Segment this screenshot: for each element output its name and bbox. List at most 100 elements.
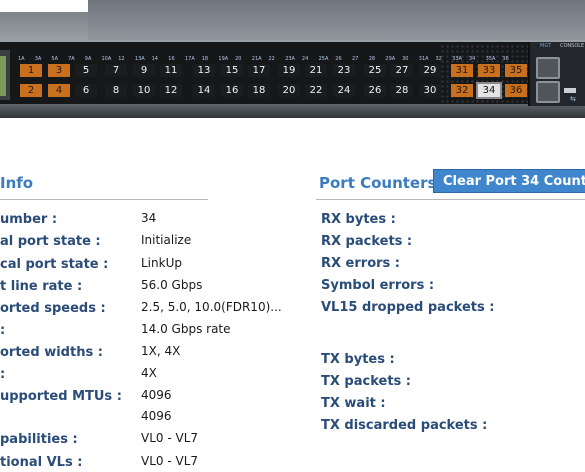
port-31[interactable]: 31 bbox=[451, 64, 473, 77]
mgmt-ethernet-jack bbox=[536, 81, 560, 103]
port-33[interactable]: 33 bbox=[478, 64, 500, 77]
counter-label: Symbol errors : bbox=[321, 278, 435, 293]
port-13[interactable]: 13 bbox=[193, 64, 215, 77]
port-19[interactable]: 19 bbox=[278, 64, 300, 77]
info-label: : bbox=[0, 367, 6, 382]
port-label: 32 bbox=[435, 56, 442, 62]
divider bbox=[0, 199, 208, 200]
port-8[interactable]: 8 bbox=[105, 84, 127, 97]
port-36[interactable]: 36 bbox=[505, 84, 527, 97]
counter-label: TX packets : bbox=[321, 374, 411, 389]
port-1[interactable]: 1 bbox=[20, 64, 42, 77]
port-label: 22 bbox=[268, 56, 275, 62]
mgmt-label: MGT bbox=[540, 43, 552, 49]
info-label: al port state : bbox=[0, 234, 101, 249]
chassis-lid bbox=[88, 0, 585, 40]
counter-label: TX discarded packets : bbox=[321, 418, 488, 433]
info-value: 4X bbox=[141, 366, 157, 380]
port-32[interactable]: 32 bbox=[451, 84, 473, 97]
counter-label: TX wait : bbox=[321, 396, 386, 411]
port-20[interactable]: 20 bbox=[278, 84, 300, 97]
port-17[interactable]: 17 bbox=[248, 64, 270, 77]
counter-label: VL15 dropped packets : bbox=[321, 300, 495, 315]
port-28[interactable]: 28 bbox=[391, 84, 413, 97]
port-label: 12 bbox=[118, 56, 125, 62]
info-value: Initialize bbox=[141, 233, 192, 247]
port-label: 35A bbox=[485, 56, 496, 62]
info-label: cal port state : bbox=[0, 257, 109, 272]
port-34[interactable]: 34 bbox=[476, 82, 502, 99]
info-value: LinkUp bbox=[141, 256, 182, 270]
port-label: 25A bbox=[318, 56, 329, 62]
console-label: CONSOLE bbox=[560, 43, 585, 49]
info-value: 1X, 4X bbox=[141, 344, 181, 358]
port-16[interactable]: 16 bbox=[221, 84, 243, 97]
port-7[interactable]: 7 bbox=[105, 64, 127, 77]
port-22[interactable]: 22 bbox=[305, 84, 327, 97]
info-label: : bbox=[0, 323, 6, 338]
info-value: 34 bbox=[141, 211, 157, 225]
port-label: 14 bbox=[151, 56, 158, 62]
port-6[interactable]: 6 bbox=[75, 84, 97, 97]
port-label: 28 bbox=[368, 56, 376, 62]
counter-label: RX bytes : bbox=[321, 212, 396, 227]
info-label: t line rate : bbox=[0, 279, 83, 294]
info-value: 56.0 Gbps bbox=[141, 278, 203, 292]
counter-label: RX packets : bbox=[321, 234, 413, 249]
port-29[interactable]: 29 bbox=[419, 64, 441, 77]
port-label: 27 bbox=[352, 56, 359, 62]
clear-counters-button[interactable]: Clear Port 34 Counters bbox=[433, 169, 585, 193]
port-21[interactable]: 21 bbox=[305, 64, 327, 77]
port-label: 1A bbox=[18, 56, 25, 62]
port-4[interactable]: 4 bbox=[48, 84, 70, 97]
port-10[interactable]: 10 bbox=[133, 84, 155, 97]
port-info-title: Info bbox=[0, 174, 34, 192]
port-label: 3A bbox=[34, 56, 42, 62]
usb-icon: ⇆ bbox=[570, 95, 576, 103]
port-5[interactable]: 5 bbox=[75, 64, 97, 77]
port-label: 16 bbox=[168, 56, 175, 62]
port-24[interactable]: 24 bbox=[333, 84, 355, 97]
info-value: 4096 bbox=[141, 409, 172, 423]
port-14[interactable]: 14 bbox=[193, 84, 215, 97]
info-label: orted widths : bbox=[0, 345, 103, 360]
port-label: 13A bbox=[134, 56, 145, 62]
info-value: VL0 - VL7 bbox=[141, 431, 199, 445]
port-27[interactable]: 27 bbox=[391, 64, 413, 77]
counter-label: TX bytes : bbox=[321, 352, 395, 367]
port-3[interactable]: 3 bbox=[48, 64, 70, 77]
port-11[interactable]: 11 bbox=[160, 64, 182, 77]
port-2[interactable]: 2 bbox=[20, 84, 42, 97]
port-counters-title: Port Counters bbox=[319, 174, 437, 192]
info-label: tional VLs : bbox=[0, 455, 83, 470]
port-35[interactable]: 35 bbox=[505, 64, 527, 77]
port-12[interactable]: 12 bbox=[160, 84, 182, 97]
port-18[interactable]: 18 bbox=[248, 84, 270, 97]
port-label: 30 bbox=[402, 56, 409, 62]
port-label: 36 bbox=[502, 56, 509, 62]
divider bbox=[316, 199, 585, 200]
info-value: 14.0 Gbps rate bbox=[141, 322, 231, 336]
port-label: 7A bbox=[68, 56, 75, 62]
port-26[interactable]: 26 bbox=[364, 84, 386, 97]
info-label: umber : bbox=[0, 212, 58, 227]
usb-port bbox=[564, 88, 576, 93]
port-9[interactable]: 9 bbox=[133, 64, 155, 77]
port-label: 23A bbox=[285, 56, 295, 62]
port-15[interactable]: 15 bbox=[221, 64, 243, 77]
info-label: pabilities : bbox=[0, 432, 78, 447]
mgmt-ethernet-jack bbox=[536, 57, 560, 79]
port-label: 21A bbox=[251, 56, 262, 62]
port-30[interactable]: 30 bbox=[419, 84, 441, 97]
port-label: 29A bbox=[385, 56, 396, 62]
port-label: 10A bbox=[101, 56, 112, 62]
port-label: 9A bbox=[84, 56, 92, 62]
port-label: 34 bbox=[468, 56, 476, 62]
info-value: 4096 bbox=[141, 388, 172, 402]
info-value: VL0 - VL7 bbox=[141, 454, 199, 468]
port-25[interactable]: 25 bbox=[364, 64, 386, 77]
port-label: 24 bbox=[301, 56, 309, 62]
counter-label: RX errors : bbox=[321, 256, 401, 271]
port-label: 18 bbox=[201, 56, 209, 62]
port-23[interactable]: 23 bbox=[333, 64, 355, 77]
